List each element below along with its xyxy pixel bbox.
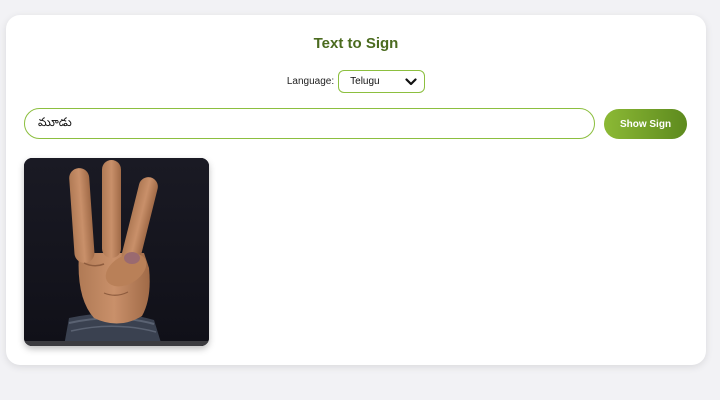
language-row: Language: Telugu bbox=[6, 70, 706, 93]
language-label: Language: bbox=[286, 76, 335, 87]
language-select-value: Telugu bbox=[350, 76, 380, 87]
text-input[interactable]: మూడు bbox=[24, 108, 595, 139]
page-title: Text to Sign bbox=[313, 35, 399, 52]
hand-sign-three-icon bbox=[24, 158, 209, 346]
language-select[interactable]: Telugu bbox=[338, 70, 426, 93]
text-to-sign-card: Text to Sign Language: Telugu మూడు Show … bbox=[6, 15, 706, 365]
show-sign-button[interactable]: Show Sign bbox=[604, 109, 687, 139]
text-input-value: మూడు bbox=[38, 115, 72, 129]
sign-image bbox=[24, 158, 209, 346]
chevron-down-icon bbox=[405, 77, 417, 85]
